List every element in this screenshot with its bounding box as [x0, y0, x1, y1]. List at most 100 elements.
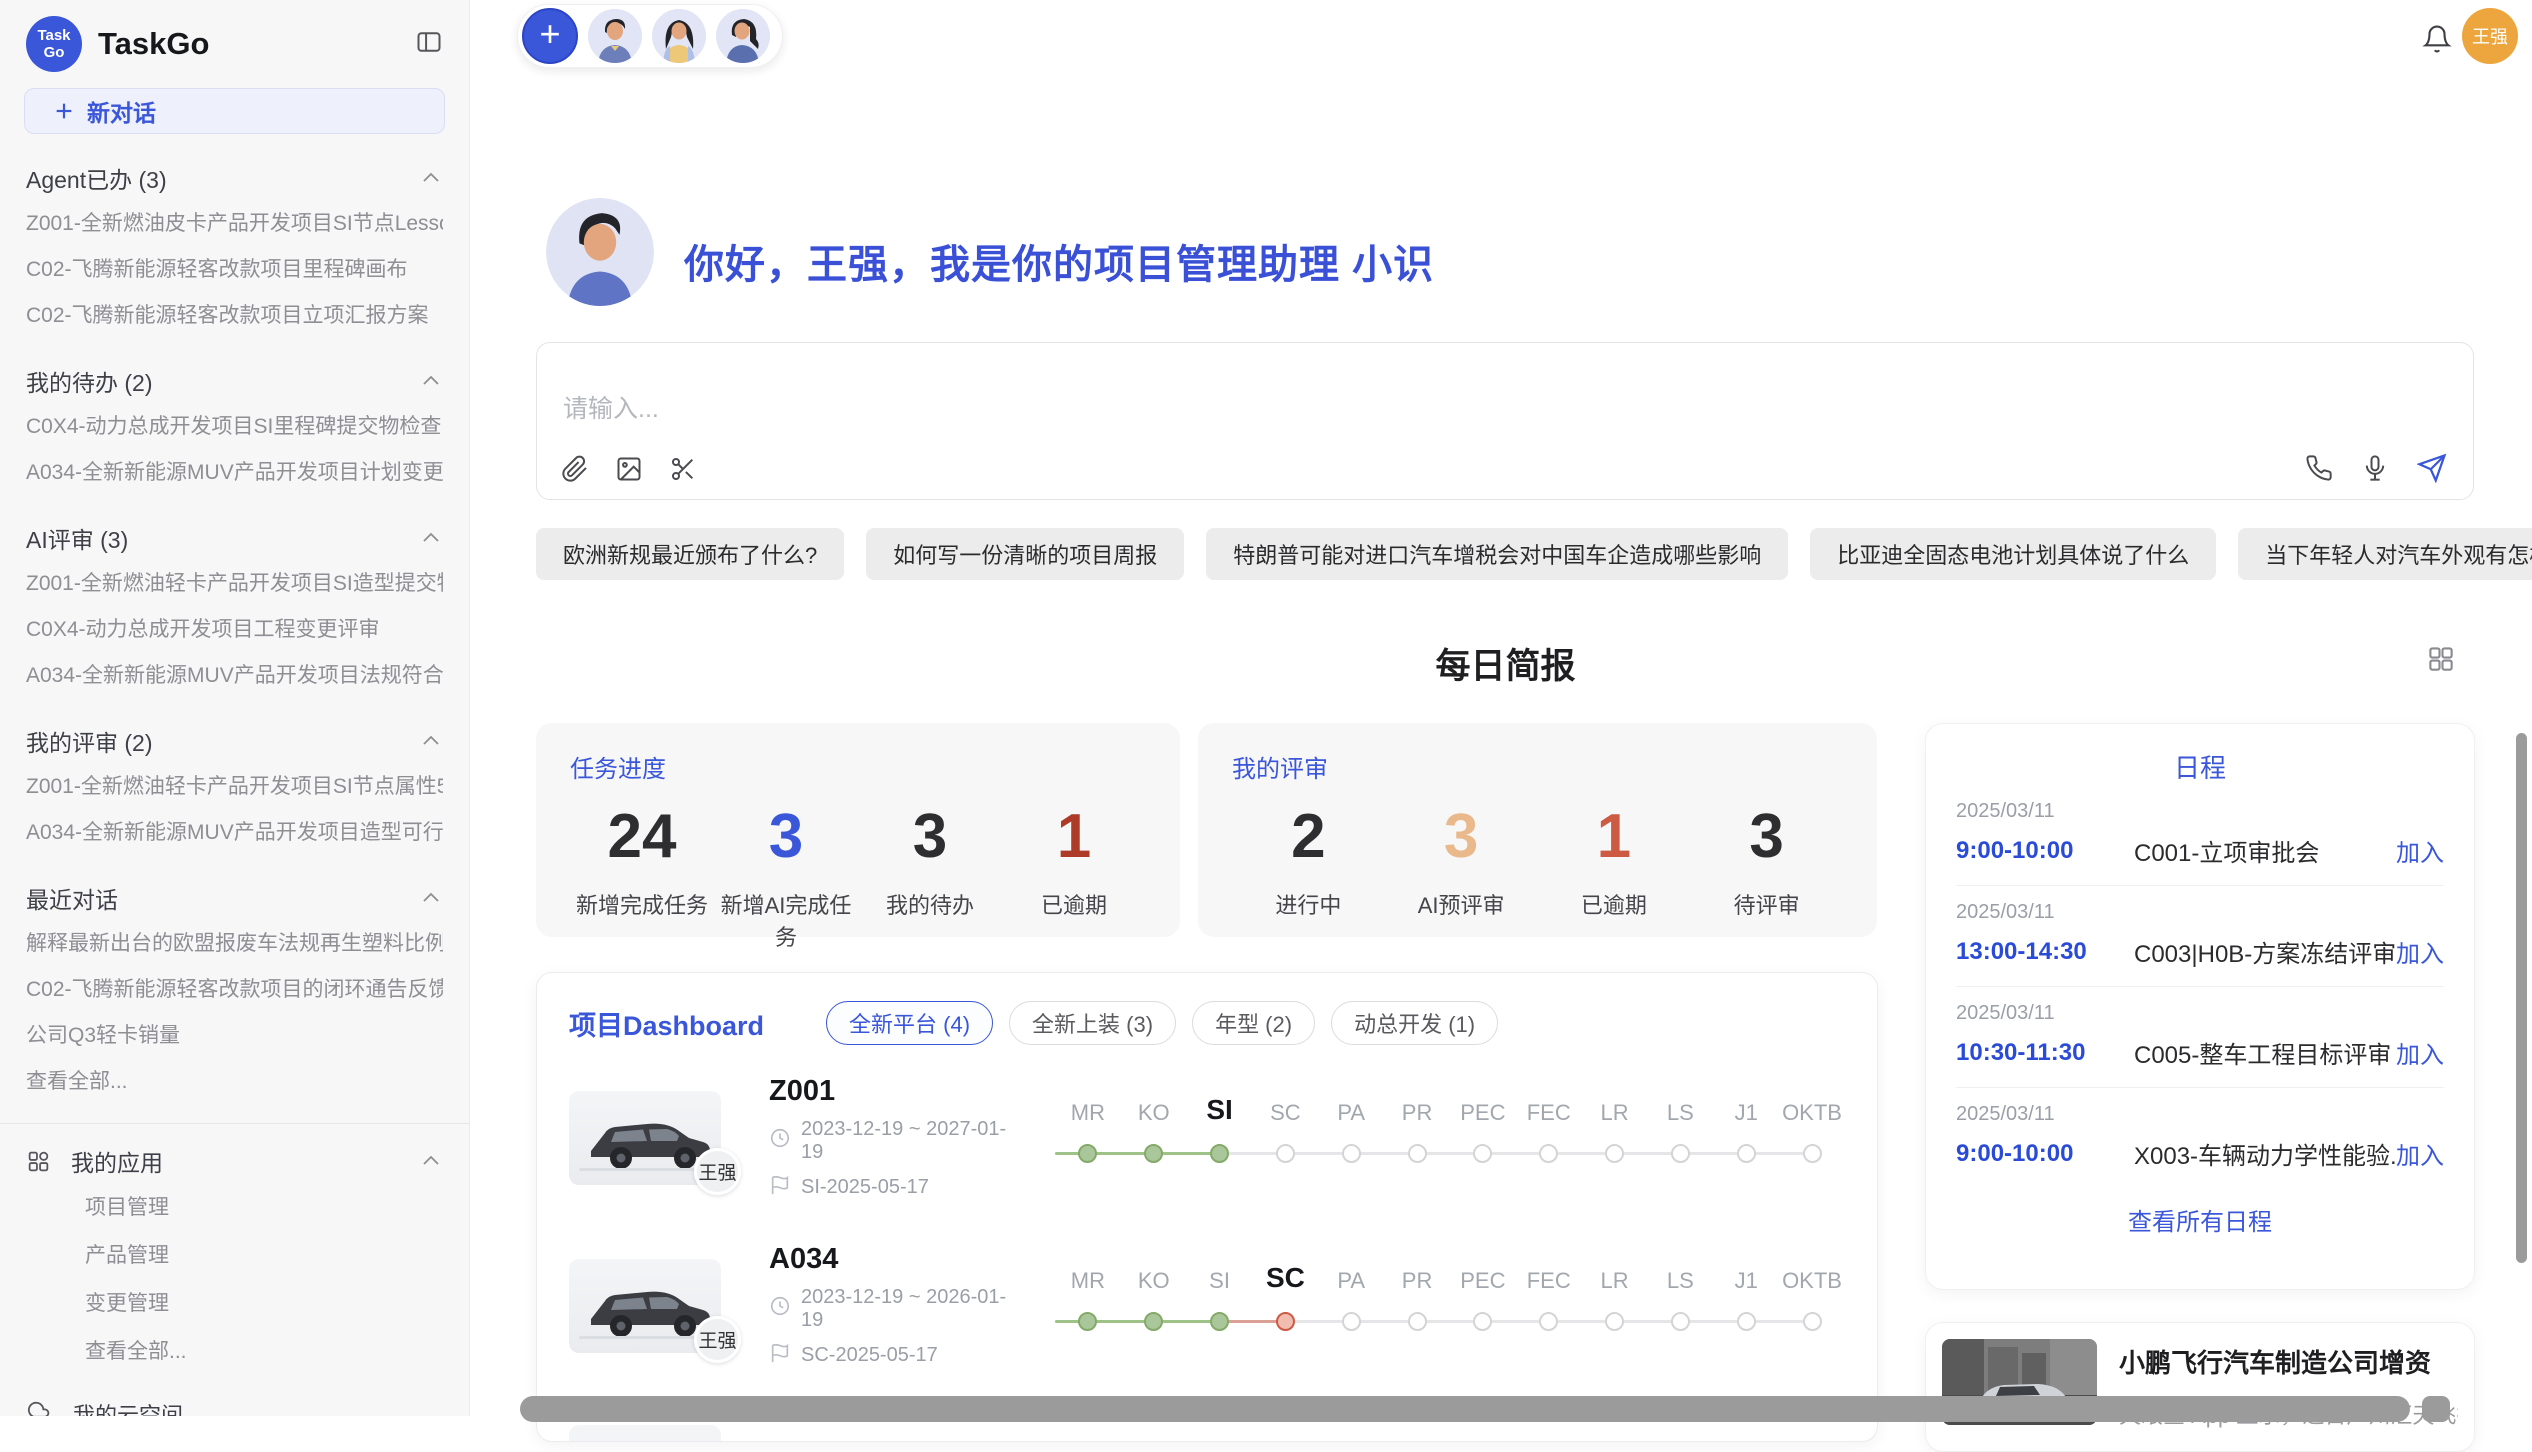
insert-image-icon[interactable]	[615, 455, 643, 483]
event-join-link[interactable]: 加入	[2396, 1035, 2444, 1070]
chevron-up-icon	[419, 166, 443, 190]
sidebar-entry-cloud[interactable]: 我的云空间	[26, 1388, 443, 1416]
suggestion-chip[interactable]: 当下年轻人对汽车外观有怎样的喜好趋势	[2238, 528, 2532, 580]
send-icon[interactable]	[2417, 453, 2447, 483]
event-join-link[interactable]: 加入	[2396, 1136, 2444, 1171]
app-item[interactable]: 产品管理	[85, 1230, 443, 1278]
sidebar-cloud-group: 我的云空间我的收藏	[0, 1388, 469, 1416]
sidebar-item[interactable]: C0X4-动力总成开发项目SI里程碑提交物检查	[26, 402, 443, 448]
milestone-node[interactable]	[1516, 1144, 1582, 1163]
milestone-label: MR	[1055, 1268, 1121, 1294]
milestone-node[interactable]	[1582, 1312, 1648, 1331]
dashboard-filter-chip[interactable]: 全新上装 (3)	[1009, 1001, 1176, 1045]
agent-avatar-woman-1[interactable]	[652, 9, 706, 63]
new-chat-label: 新对话	[87, 94, 156, 128]
apps-view-all[interactable]: 查看全部...	[85, 1326, 443, 1374]
sidebar-item[interactable]: A034-全新新能源MUV产品开发项目造型可行性评审	[26, 808, 443, 854]
phone-icon[interactable]	[2305, 454, 2333, 482]
app-item[interactable]: 项目管理	[85, 1182, 443, 1230]
sidebar-item[interactable]: Z001-全新燃油皮卡产品开发项目SI节点Lesson Learn报告	[26, 199, 443, 245]
milestone-node[interactable]	[1318, 1144, 1384, 1163]
milestone-node[interactable]	[1779, 1144, 1845, 1163]
project-car-image: 王强	[569, 1259, 721, 1353]
agent-avatar-woman-2[interactable]	[716, 9, 770, 63]
sidebar-collapse-icon[interactable]	[415, 28, 443, 61]
user-avatar[interactable]: 王强	[2462, 8, 2518, 64]
sidebar-item[interactable]: C02-飞腾新能源轻客改款项目的闭环通告反馈情况	[26, 965, 443, 1011]
sidebar-item[interactable]: 公司Q3轻卡销量	[26, 1011, 443, 1057]
milestone-node[interactable]	[1713, 1144, 1779, 1163]
dashboard-filter-chip[interactable]: 动总开发 (1)	[1331, 1001, 1498, 1045]
milestone-node[interactable]	[1384, 1312, 1450, 1331]
stat-value: 3	[858, 798, 1002, 876]
milestone-node[interactable]	[1252, 1144, 1318, 1163]
sidebar-view-all[interactable]: 查看全部...	[26, 1057, 443, 1103]
milestone-node[interactable]	[1713, 1312, 1779, 1331]
milestone-label: SI	[1187, 1094, 1253, 1126]
milestone-node[interactable]	[1055, 1144, 1121, 1163]
suggestion-chip[interactable]: 欧洲新规最近颁布了什么?	[536, 528, 844, 580]
suggestion-chip[interactable]: 如何写一份清晰的项目周报	[866, 528, 1184, 580]
milestone-node[interactable]	[1779, 1312, 1845, 1331]
sidebar-item[interactable]: C02-飞腾新能源轻客改款项目里程碑画布	[26, 245, 443, 291]
sidebar-item[interactable]: C0X4-动力总成开发项目工程变更评审	[26, 605, 443, 651]
milestone-node[interactable]	[1187, 1144, 1253, 1163]
scissors-icon[interactable]	[669, 455, 697, 483]
agent-avatar-man[interactable]	[588, 9, 642, 63]
suggestion-chip[interactable]: 比亚迪全固态电池计划具体说了什么	[1810, 528, 2216, 580]
sidebar-item[interactable]: C02-飞腾新能源轻客改款项目立项汇报方案	[26, 291, 443, 337]
chat-input[interactable]	[563, 395, 1763, 424]
milestone-label: LS	[1647, 1100, 1713, 1126]
event-join-link[interactable]: 加入	[2396, 934, 2444, 969]
horizontal-scrollbar-end[interactable]	[2422, 1396, 2450, 1422]
logo-line2: Go	[44, 44, 65, 61]
project-row: 王强 A0342023-12-19 ~ 2026-01-19SC-2025-05-…	[569, 1231, 1845, 1381]
event-join-link[interactable]: 加入	[2396, 833, 2444, 868]
sidebar-section-header[interactable]: 我的评审 (2)	[26, 724, 443, 758]
milestone-node[interactable]	[1121, 1312, 1187, 1331]
microphone-icon[interactable]	[2361, 454, 2389, 482]
milestone-node[interactable]	[1647, 1144, 1713, 1163]
sidebar-section-header[interactable]: AI评审 (3)	[26, 521, 443, 555]
milestone-node[interactable]	[1318, 1312, 1384, 1331]
app-item[interactable]: 变更管理	[85, 1278, 443, 1326]
sidebar-section-header[interactable]: 我的待办 (2)	[26, 364, 443, 398]
milestone-node[interactable]	[1647, 1312, 1713, 1331]
sidebar-apps-header[interactable]: 我的应用	[26, 1144, 443, 1178]
attachment-icon[interactable]	[561, 455, 589, 483]
milestone-node[interactable]	[1384, 1144, 1450, 1163]
sidebar-item[interactable]: Z001-全新燃油轻卡产品开发项目SI节点属性5D文件评审	[26, 762, 443, 808]
apps-title: 我的应用	[71, 1144, 163, 1178]
chevron-up-icon	[419, 1149, 443, 1173]
sidebar-section-header[interactable]: Agent已办 (3)	[26, 161, 443, 195]
milestone-node[interactable]	[1582, 1144, 1648, 1163]
horizontal-scrollbar[interactable]	[520, 1396, 2410, 1422]
milestone-node[interactable]	[1252, 1312, 1318, 1331]
stat: 24新增完成任务	[570, 798, 714, 952]
notification-bell-icon[interactable]	[2422, 24, 2452, 59]
suggestion-chip[interactable]: 特朗普可能对进口汽车增税会对中国车企造成哪些影响	[1206, 528, 1788, 580]
new-chat-button[interactable]: 新对话	[24, 88, 445, 134]
sidebar-item[interactable]: Z001-全新燃油轻卡产品开发项目SI造型提交物评审	[26, 559, 443, 605]
layout-grid-icon[interactable]	[2426, 644, 2456, 679]
milestone-node[interactable]	[1450, 1312, 1516, 1331]
dashboard-filter-chip[interactable]: 全新平台 (4)	[826, 1001, 993, 1045]
milestone-node[interactable]	[1516, 1312, 1582, 1331]
milestone-node[interactable]	[1121, 1144, 1187, 1163]
project-info[interactable]: Z0012023-12-19 ~ 2027-01-19SI-2025-05-17	[769, 1075, 1019, 1202]
dashboard-filter-chip[interactable]: 年型 (2)	[1192, 1001, 1315, 1045]
sidebar-item[interactable]: 解释最新出台的欧盟报废车法规再生塑料比例被调至15%...	[26, 919, 443, 965]
event-time: 10:30-11:30	[1956, 1039, 2134, 1067]
vertical-scrollbar[interactable]	[2516, 733, 2527, 1263]
sidebar-section-header[interactable]: 最近对话	[26, 881, 443, 915]
milestone-node[interactable]	[1450, 1144, 1516, 1163]
add-agent-button[interactable]: +	[522, 8, 578, 64]
view-all-schedule-link[interactable]: 查看所有日程	[1956, 1202, 2444, 1237]
stat-value: 3	[1690, 798, 1843, 876]
sidebar-item[interactable]: A034-全新新能源MUV产品开发项目法规符合性评审	[26, 651, 443, 697]
milestone-node[interactable]	[1055, 1312, 1121, 1331]
milestone-node[interactable]	[1187, 1312, 1253, 1331]
news-card[interactable]: 小鹏飞行汽车制造公司增资 天眼查 App 显示，近日广州汇天飞行汽	[1925, 1322, 2475, 1452]
project-info[interactable]: A0342023-12-19 ~ 2026-01-19SC-2025-05-17	[769, 1243, 1019, 1370]
sidebar-item[interactable]: A034-全新新能源MUV产品开发项目计划变更表编写	[26, 448, 443, 494]
